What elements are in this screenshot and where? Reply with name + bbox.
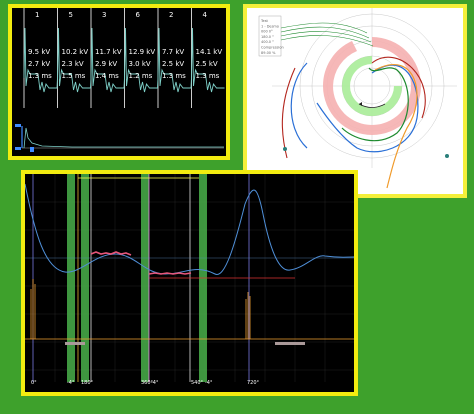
cylinder-number: 1	[35, 11, 40, 19]
angle-label: 180°	[81, 380, 94, 386]
legend-text: Test	[260, 19, 269, 23]
angle-label: 0°	[31, 380, 37, 386]
spark-kv-value: 2.3 kV	[61, 60, 84, 68]
ignition-scope-plot	[12, 8, 226, 156]
polar-diagram: Test1 - Desmo 000 0°180.0 °400.0 ° Compres…	[247, 8, 463, 194]
burn-time-value: 1.3 ms	[162, 72, 186, 80]
angle-label: 540°	[191, 380, 204, 386]
firing-kv-value: 9.5 kV	[28, 48, 51, 56]
spark-kv-value: 2.5 kV	[162, 60, 185, 68]
cylinder-number: 6	[135, 11, 140, 19]
timing-scope-plot	[25, 174, 354, 392]
legend-text: 1 - Desmo	[261, 24, 279, 28]
firing-kv-value: 7.7 kV	[162, 48, 185, 56]
legend-text: 000 0°	[261, 30, 273, 34]
spark-kv-value: 2.9 kV	[95, 60, 118, 68]
legend-text: 400.0 °	[261, 40, 274, 44]
angle-label: -4°	[205, 380, 213, 386]
burn-time-value: 1.3 ms	[28, 72, 52, 80]
ignition-scope-panel: 1 9.5 kV 2.7 kV 1.3 ms 5 10.2 kV 2.3 kV 1.5 ms 3…	[8, 4, 230, 160]
legend-text: 180.0 °	[261, 35, 274, 39]
legend-text: Compression	[261, 46, 284, 50]
firing-kv-value: 14.1 kV	[195, 48, 223, 56]
polar-diagram-panel: Test 1 - Desmo 000 0° 180.0 ° 400.0 ° Compres…	[243, 4, 467, 198]
cylinder-number: 4	[202, 11, 207, 19]
burn-time-value: 1.3 ms	[195, 72, 220, 80]
spark-kv-value: 2.7 kV	[28, 60, 51, 68]
legend-text: 89.00 %	[261, 51, 276, 55]
burn-time-value: 1.2 ms	[128, 72, 153, 80]
angle-label: 720°	[247, 380, 260, 386]
timing-scope-panel: 0° -4° 180° 360° -4° 540° -4° 720°	[21, 170, 358, 396]
spark-kv-value: 2.5 kV	[195, 60, 218, 68]
spark-kv-value: 3.0 kV	[128, 60, 151, 68]
firing-kv-value: 11.7 kV	[95, 48, 122, 56]
angle-label: -4°	[151, 380, 159, 386]
cylinder-number: 5	[68, 11, 73, 19]
burn-time-value: 1.5 ms	[61, 72, 86, 80]
cylinder-number: 2	[169, 11, 174, 19]
burn-time-value: 1.4 ms	[95, 72, 119, 80]
firing-kv-value: 10.2 kV	[61, 48, 89, 56]
angle-label: -4°	[67, 380, 75, 386]
firing-kv-value: 12.9 kV	[128, 48, 156, 56]
cylinder-number: 3	[102, 11, 107, 19]
